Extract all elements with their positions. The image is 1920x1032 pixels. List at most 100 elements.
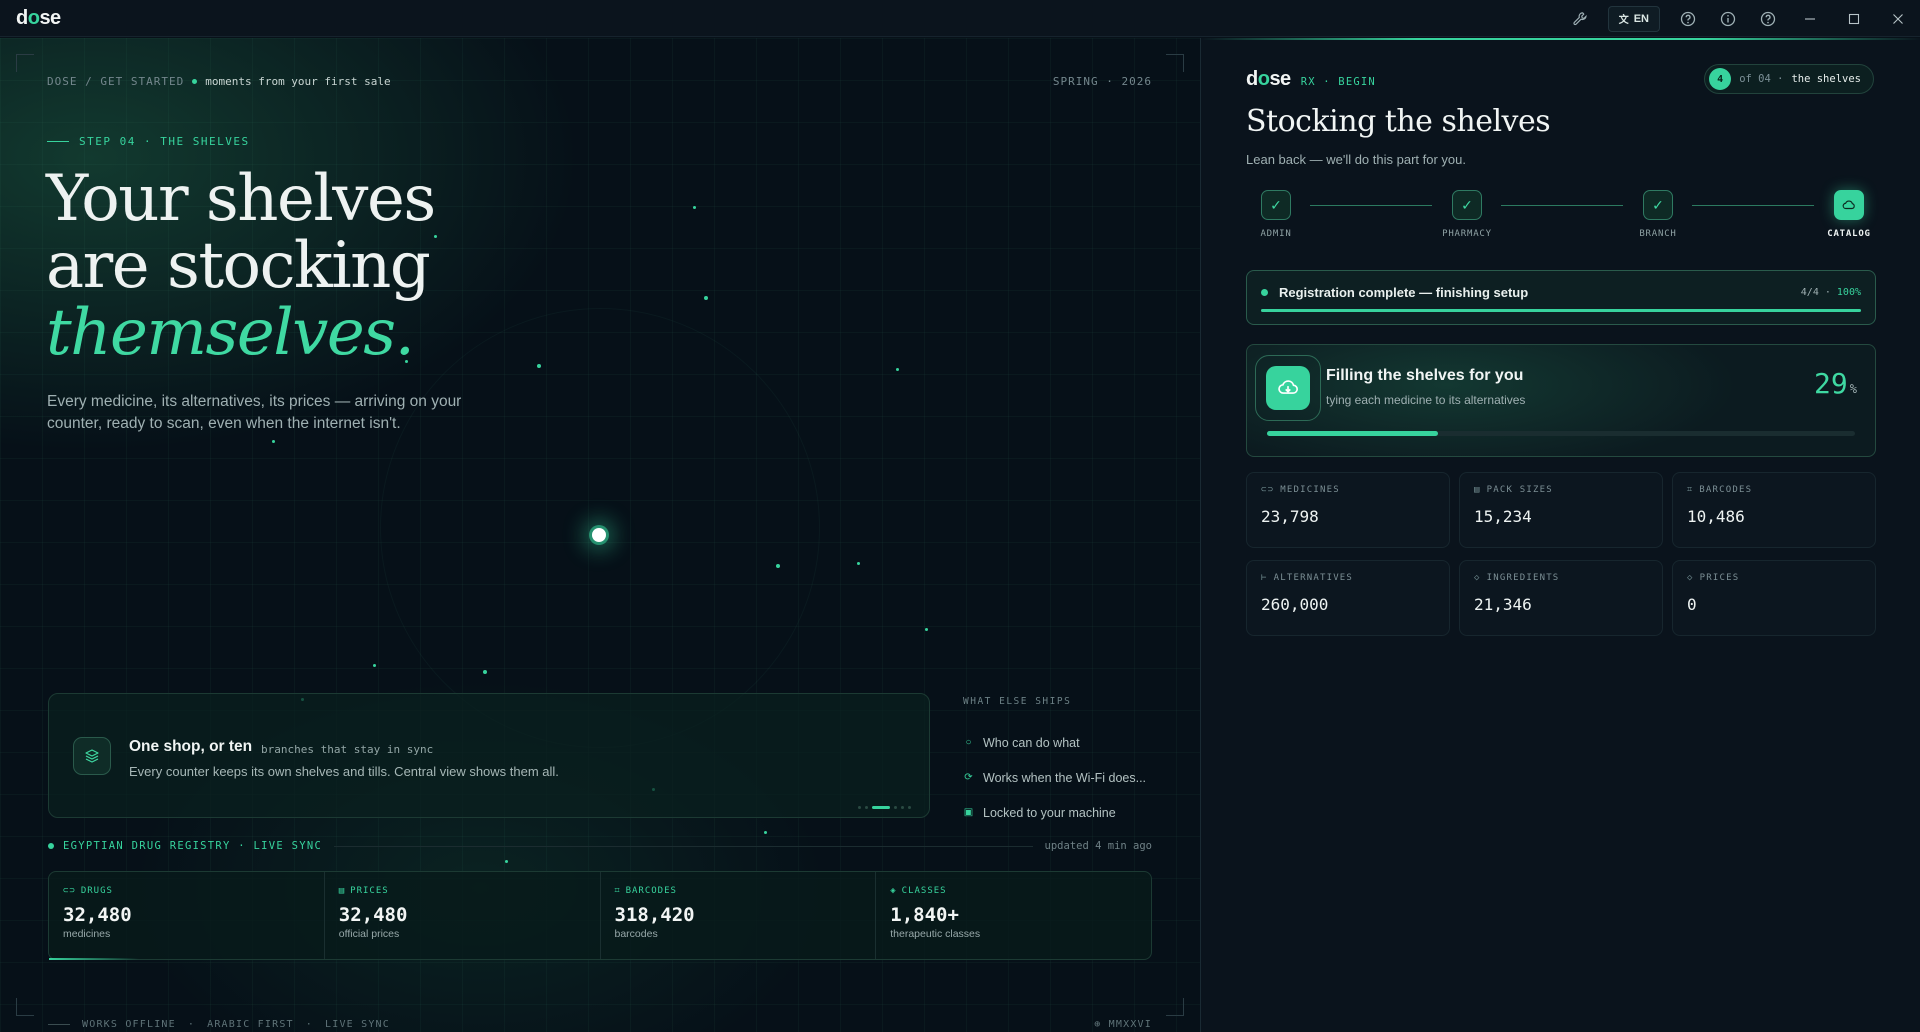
pager-dot[interactable] [858, 806, 861, 809]
filling-progress-bar [1267, 431, 1855, 436]
footer-tag: ARABIC FIRST [207, 1019, 294, 1030]
registry-value: 1,840+ [890, 904, 959, 926]
registry-underline [49, 958, 139, 960]
step-label: ADMIN [1260, 229, 1292, 239]
spark [764, 831, 767, 834]
language-label: EN [1633, 12, 1649, 25]
live-dot [48, 843, 54, 849]
panel-logo: dose [1246, 68, 1291, 90]
feature-card[interactable]: One shop, or ten branches that stay in s… [48, 693, 930, 818]
language-button[interactable]: 文 EN [1607, 5, 1660, 32]
cloud-icon [1834, 190, 1864, 220]
step-label: CATALOG [1827, 229, 1871, 239]
pager-dot-active[interactable] [872, 806, 890, 809]
setup-stepper: ✓ ADMIN ✓ PHARMACY ✓ BRANCH CATALOG [1246, 190, 1876, 240]
status-dot [192, 79, 198, 84]
stat-card: ▤ PACK SIZES 15,234 [1459, 472, 1663, 548]
pill-icon: ⊂⊃ [63, 886, 76, 896]
pager-dot[interactable] [865, 806, 868, 809]
maximize-button[interactable] [1832, 0, 1876, 37]
registry-sub: barcodes [614, 928, 658, 940]
separator-dot: · [305, 1019, 313, 1030]
help-circle-icon[interactable] [1748, 0, 1788, 37]
minimize-button[interactable] [1788, 0, 1832, 37]
hero-panel: DOSE / GET STARTED moments from your fir… [0, 38, 1200, 1032]
stat-label: ⊢ ALTERNATIVES [1261, 573, 1354, 583]
branch-icon: ⊢ [1261, 573, 1268, 583]
stepper-connector [1692, 205, 1814, 206]
corner-mark [1166, 998, 1184, 1016]
spark [704, 296, 708, 300]
step-line [47, 141, 69, 142]
spark [483, 670, 487, 674]
corner-mark [1166, 54, 1184, 72]
registry-label: ▤ PRICES [338, 886, 389, 896]
stat-value: 260,000 [1261, 595, 1329, 614]
registry-sub: medicines [63, 928, 111, 940]
also-item[interactable]: ▣ Locked to your machine [963, 795, 1163, 830]
step-of: of 04 · [1739, 73, 1784, 85]
breadcrumb: DOSE / GET STARTED moments from your fir… [47, 75, 391, 88]
pager-dot[interactable] [894, 806, 897, 809]
hero-line: Your shelves [46, 162, 436, 236]
stat-card: ⊂⊃ MEDICINES 23,798 [1246, 472, 1450, 548]
step-catalog[interactable]: CATALOG [1819, 190, 1879, 239]
registration-progress-text: 4/4 · 100% [1800, 287, 1861, 298]
stat-card: ⌗ BARCODES 10,486 [1672, 472, 1876, 548]
icon-frame [1255, 355, 1321, 421]
layers-icon [73, 737, 111, 775]
hero-subtitle: Every medicine, its alternatives, its pr… [47, 393, 462, 432]
progress-fill [1261, 309, 1861, 312]
help-circle-icon[interactable] [1668, 0, 1708, 37]
spark [693, 206, 696, 209]
also-item[interactable]: ○ Who can do what [963, 725, 1163, 760]
stat-label: ◇ INGREDIENTS [1474, 573, 1560, 583]
catalog-stats: ⊂⊃ MEDICINES 23,798 ▤ PACK SIZES 15,234 ⌗ B… [1246, 472, 1876, 636]
footer-tag: LIVE SYNC [325, 1019, 390, 1030]
carousel-pager[interactable] [858, 806, 911, 809]
stat-card: ⊢ ALTERNATIVES 260,000 [1246, 560, 1450, 636]
close-button[interactable] [1876, 0, 1920, 37]
setup-panel: dose RX · BEGIN 4 of 04 · the shelves St… [1200, 38, 1920, 1032]
also-item[interactable]: ⟳ Works when the Wi-Fi does... [963, 760, 1163, 795]
wrench-icon[interactable] [1560, 0, 1600, 37]
stat-label: ▤ PACK SIZES [1474, 485, 1553, 495]
cloud-download-icon [1266, 366, 1310, 410]
registry-sub: therapeutic classes [890, 928, 981, 940]
box-icon: ▤ [1474, 485, 1481, 495]
what-else-ships: WHAT ELSE SHIPS ○ Who can do what ⟳ Work… [963, 696, 1163, 830]
stat-card: ◇ INGREDIENTS 21,346 [1459, 560, 1663, 636]
step-admin[interactable]: ✓ ADMIN [1246, 190, 1306, 239]
hero-title: Your shelves are stocking themselves. [46, 162, 436, 367]
step-name: the shelves [1791, 73, 1861, 85]
spark [537, 364, 541, 368]
spark [776, 564, 780, 568]
pager-dot[interactable] [908, 806, 911, 809]
step-label: BRANCH [1639, 229, 1677, 239]
filling-subtitle: tying each medicine to its alternatives [1326, 393, 1526, 407]
check-icon: ✓ [1452, 190, 1482, 220]
registry-value: 32,480 [338, 904, 408, 926]
stat-value: 0 [1687, 595, 1697, 614]
translate-icon: 文 [1618, 15, 1629, 26]
registry-stats: ⊂⊃ DRUGS 32,480 medicines ▤ PRICES 32,480 … [48, 871, 1152, 960]
pager-dot[interactable] [901, 806, 904, 809]
progress-fill [1267, 431, 1438, 436]
spark [896, 368, 899, 371]
corner-mark [16, 54, 34, 72]
spark [505, 860, 508, 863]
feature-tag: branches that stay in sync [261, 743, 434, 756]
check-icon: ✓ [1261, 190, 1291, 220]
step-pharmacy[interactable]: ✓ PHARMACY [1437, 190, 1497, 239]
also-title: WHAT ELSE SHIPS [963, 696, 1072, 707]
stat-label: ⊂⊃ MEDICINES [1261, 485, 1340, 495]
footer-tag: WORKS OFFLINE [82, 1019, 176, 1030]
separator-dot: · [187, 1019, 196, 1030]
registry-sub: official prices [338, 928, 400, 940]
step-number: 4 [1709, 68, 1732, 90]
step-branch[interactable]: ✓ BRANCH [1628, 190, 1688, 239]
page-title: Stocking the shelves [1246, 104, 1551, 139]
registry-cell: ◈ CLASSES 1,840+ therapeutic classes [876, 872, 1151, 959]
info-icon[interactable] [1708, 0, 1748, 37]
stat-value: 10,486 [1687, 507, 1745, 526]
